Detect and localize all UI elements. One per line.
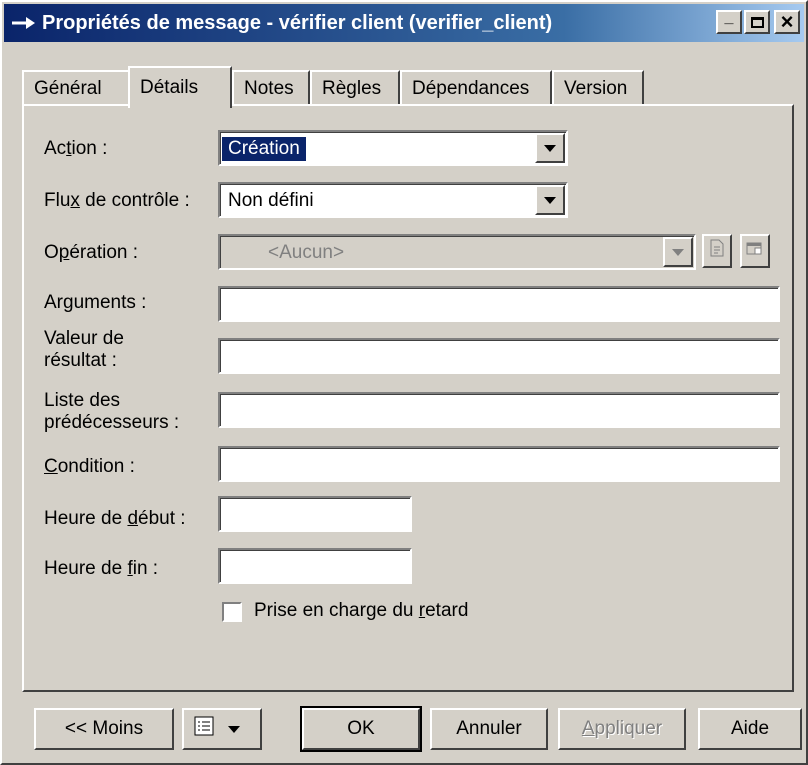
less-button-label: << Moins <box>64 718 144 739</box>
less-button[interactable]: << Moins <box>34 708 174 750</box>
title-bar[interactable]: Propriétés de message - vérifier client … <box>4 4 804 42</box>
help-button[interactable]: Aide <box>698 708 802 750</box>
help-button-label: Aide <box>730 718 770 739</box>
menu-button[interactable] <box>182 708 262 750</box>
close-icon: × <box>780 9 794 34</box>
minimize-icon: _ <box>724 9 734 26</box>
tab-notes-label: Notes <box>244 78 294 99</box>
tab-details-label: Détails <box>140 77 199 98</box>
tab-notes[interactable]: Notes <box>232 70 310 106</box>
tab-dependencies[interactable]: Dépendances <box>400 70 552 106</box>
ok-button-label: OK <box>347 718 375 739</box>
apply-button[interactable]: Appliquer <box>558 708 686 750</box>
message-properties-window: Propriétés de message - vérifier client … <box>0 0 808 765</box>
arrow-right-icon <box>4 4 42 42</box>
tab-dependencies-label: Dépendances <box>412 78 530 99</box>
maximize-button[interactable] <box>744 10 770 34</box>
triangle-down-icon <box>228 718 240 740</box>
cancel-button[interactable]: Annuler <box>430 708 548 750</box>
tab-general-label: Général <box>34 78 102 99</box>
tab-details[interactable]: Détails <box>128 66 232 108</box>
tab-general[interactable]: Général <box>22 70 132 106</box>
tab-version-label: Version <box>564 78 628 99</box>
details-panel <box>22 104 794 692</box>
tab-rules-label: Règles <box>322 78 382 99</box>
tab-version[interactable]: Version <box>552 70 644 106</box>
tab-rules[interactable]: Règles <box>310 70 400 106</box>
window-title: Propriétés de message - vérifier client … <box>42 11 553 34</box>
ok-button[interactable]: OK <box>300 706 422 752</box>
close-button[interactable]: × <box>774 10 800 34</box>
apply-button-label: Appliquer <box>581 718 663 739</box>
minimize-button[interactable]: _ <box>716 10 742 34</box>
list-menu-icon <box>194 716 214 742</box>
maximize-icon <box>750 16 764 28</box>
cancel-button-label: Annuler <box>456 718 522 739</box>
